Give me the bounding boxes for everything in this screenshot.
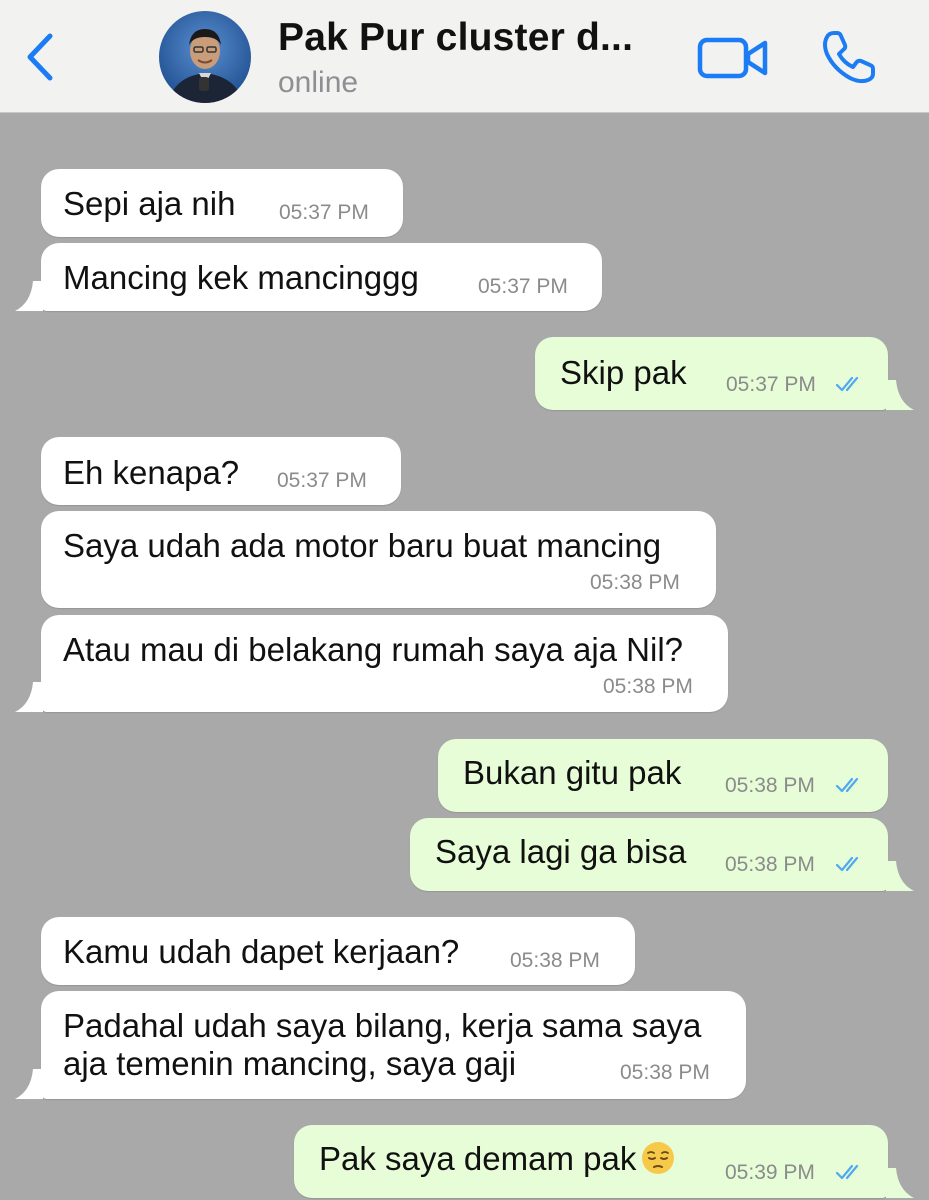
message-text: Mancing kek mancinggg xyxy=(63,259,419,296)
avatar[interactable] xyxy=(159,11,251,103)
message-text: Saya udah ada motor baru buat mancing xyxy=(63,527,662,564)
incoming-message[interactable]: Saya udah ada motor baru buat mancing 05… xyxy=(41,511,716,608)
incoming-message[interactable]: Eh kenapa? 05:37 PM xyxy=(41,437,401,505)
double-check-icon xyxy=(835,1164,859,1180)
message-time: 05:37 PM xyxy=(726,373,816,396)
double-check-icon xyxy=(835,376,859,392)
bubble-tail xyxy=(15,281,43,311)
message-text: Pak saya demam pak xyxy=(319,1140,637,1177)
incoming-message[interactable]: Sepi aja nih 05:37 PM xyxy=(41,169,403,237)
message-text: Kamu udah dapet kerjaan? xyxy=(63,933,460,970)
phone-icon[interactable] xyxy=(820,28,880,86)
contact-status: online xyxy=(278,66,359,99)
incoming-message[interactable]: Atau mau di belakang rumah saya aja Nil?… xyxy=(15,615,728,712)
message-text: Sepi aja nih xyxy=(63,185,236,222)
outgoing-message[interactable]: Pak saya demam pak 05:39 PM xyxy=(294,1125,914,1198)
message-text: Skip pak xyxy=(560,354,687,391)
message-time: 05:38 PM xyxy=(620,1061,710,1084)
message-time: 05:37 PM xyxy=(279,201,369,224)
message-time: 05:38 PM xyxy=(603,675,693,698)
video-camera-icon[interactable] xyxy=(697,34,769,82)
chat-header: Pak Pur cluster d... online xyxy=(0,0,929,113)
message-time: 05:37 PM xyxy=(478,275,568,298)
message-time: 05:38 PM xyxy=(510,949,600,972)
message-time: 05:38 PM xyxy=(590,571,680,594)
outgoing-message[interactable]: Bukan gitu pak 05:38 PM xyxy=(438,739,888,812)
message-text: Eh kenapa? xyxy=(63,454,240,491)
message-time: 05:39 PM xyxy=(725,1161,815,1184)
incoming-message[interactable]: Padahal udah saya bilang, kerja sama say… xyxy=(15,991,746,1099)
double-check-icon xyxy=(835,856,859,872)
message-text-line-1: Padahal udah saya bilang, kerja sama say… xyxy=(63,1007,702,1044)
bubble-tail xyxy=(886,861,914,891)
message-time: 05:37 PM xyxy=(277,469,367,492)
message-text: Atau mau di belakang rumah saya aja Nil? xyxy=(63,631,684,668)
message-text-line-2: aja temenin mancing, saya gaji xyxy=(63,1045,517,1082)
message-text: Bukan gitu pak xyxy=(463,754,682,791)
pensive-face-emoji xyxy=(640,1140,676,1176)
message-time: 05:38 PM xyxy=(725,853,815,876)
bubble-tail xyxy=(886,1168,914,1198)
bubble-tail xyxy=(15,682,43,712)
bubble-tail xyxy=(15,1069,43,1099)
incoming-message[interactable]: Mancing kek mancinggg 05:37 PM xyxy=(15,243,602,311)
message-text: Saya lagi ga bisa xyxy=(435,833,687,870)
double-check-icon xyxy=(835,777,859,793)
contact-name[interactable]: Pak Pur cluster d... xyxy=(278,16,633,60)
message-time: 05:38 PM xyxy=(725,774,815,797)
incoming-message[interactable]: Kamu udah dapet kerjaan? 05:38 PM xyxy=(41,917,635,985)
outgoing-message[interactable]: Saya lagi ga bisa 05:38 PM xyxy=(410,818,914,891)
outgoing-message[interactable]: Skip pak 05:37 PM xyxy=(535,337,914,410)
bubble-tail xyxy=(886,380,914,410)
chevron-left-icon[interactable] xyxy=(22,30,58,84)
